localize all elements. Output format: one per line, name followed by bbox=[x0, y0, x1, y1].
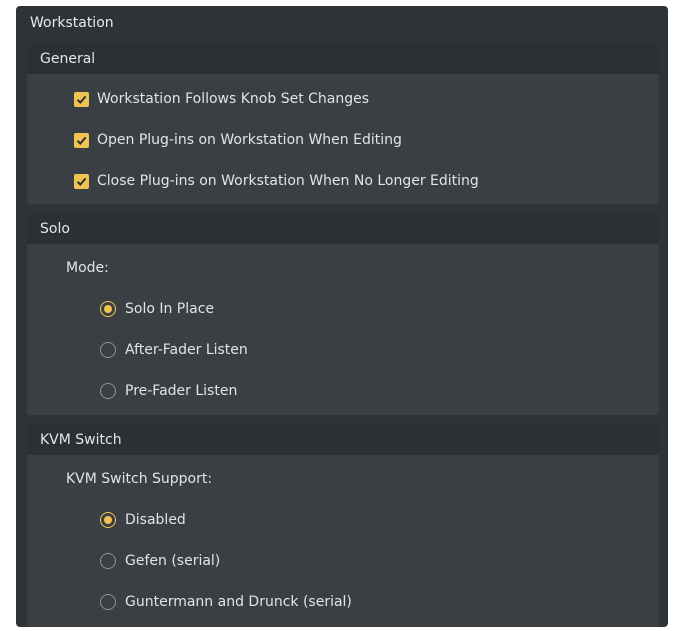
radio-kvm-disabled[interactable]: Disabled bbox=[100, 512, 186, 528]
radio-label: Disabled bbox=[125, 512, 186, 528]
general-group: General Workstation Follows Knob Set Cha… bbox=[27, 43, 659, 204]
general-header: General bbox=[27, 43, 659, 74]
checkbox-label: Workstation Follows Knob Set Changes bbox=[97, 91, 370, 107]
radio-solo-in-place[interactable]: Solo In Place bbox=[100, 301, 214, 317]
solo-group: Solo Mode: Solo In Place After-Fader Lis… bbox=[27, 213, 659, 415]
radio-empty-icon bbox=[100, 553, 116, 569]
radio-kvm-gefen[interactable]: Gefen (serial) bbox=[100, 553, 220, 569]
window-title: Workstation bbox=[30, 15, 114, 31]
checkmark-icon bbox=[74, 132, 89, 148]
solo-header: Solo bbox=[27, 213, 659, 244]
radio-empty-icon bbox=[100, 342, 116, 358]
solo-mode-label: Mode: bbox=[66, 260, 109, 276]
radio-after-fader-listen[interactable]: After-Fader Listen bbox=[100, 342, 248, 358]
checkbox-open-plugins-editing[interactable]: Open Plug-ins on Workstation When Editin… bbox=[74, 132, 402, 148]
radio-label: Solo In Place bbox=[125, 301, 215, 317]
kvm-support-label: KVM Switch Support: bbox=[66, 471, 213, 487]
radio-label: Gefen (serial) bbox=[125, 553, 221, 569]
checkmark-icon bbox=[74, 173, 89, 189]
workstation-preferences-panel: Workstation General Workstation Follows … bbox=[16, 6, 668, 627]
radio-selected-icon bbox=[100, 512, 116, 528]
checkbox-label: Close Plug-ins on Workstation When No Lo… bbox=[97, 173, 479, 189]
radio-pre-fader-listen[interactable]: Pre-Fader Listen bbox=[100, 383, 237, 399]
checkbox-follows-knob-set[interactable]: Workstation Follows Knob Set Changes bbox=[74, 91, 369, 107]
radio-label: Pre-Fader Listen bbox=[125, 383, 238, 399]
checkbox-close-plugins-not-editing[interactable]: Close Plug-ins on Workstation When No Lo… bbox=[74, 173, 479, 189]
checkmark-icon bbox=[74, 91, 89, 107]
radio-selected-icon bbox=[100, 301, 116, 317]
kvm-switch-group: KVM Switch KVM Switch Support: Disabled … bbox=[27, 424, 659, 627]
kvm-header: KVM Switch bbox=[27, 424, 659, 455]
checkbox-label: Open Plug-ins on Workstation When Editin… bbox=[97, 132, 402, 148]
radio-label: After-Fader Listen bbox=[125, 342, 248, 358]
radio-empty-icon bbox=[100, 594, 116, 610]
radio-empty-icon bbox=[100, 383, 116, 399]
radio-kvm-guntermann-drunck[interactable]: Guntermann and Drunck (serial) bbox=[100, 594, 352, 610]
radio-label: Guntermann and Drunck (serial) bbox=[125, 594, 352, 610]
